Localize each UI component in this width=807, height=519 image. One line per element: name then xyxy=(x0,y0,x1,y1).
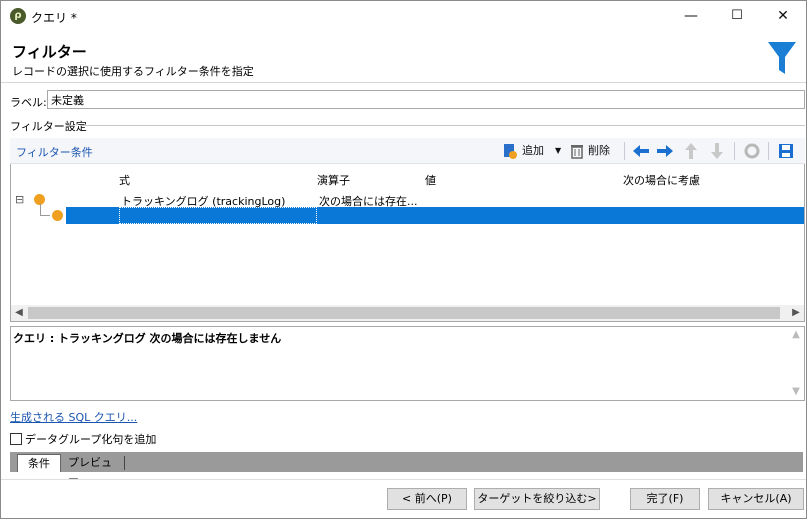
narrow-target-button[interactable]: ターゲットを絞り込む> xyxy=(474,488,600,510)
scrollbar-thumb[interactable] xyxy=(28,307,780,319)
arrow-left-icon[interactable] xyxy=(632,142,650,160)
label-caption: ラベル: xyxy=(10,96,47,109)
delete-button[interactable]: 削除 xyxy=(588,142,610,160)
scroll-down-icon[interactable]: ▼ xyxy=(788,384,804,400)
scroll-left-icon[interactable]: ◀ xyxy=(11,305,27,321)
group-by-label: データグループ化句を追加 xyxy=(25,433,157,446)
header-divider xyxy=(1,82,806,83)
add-dropdown-chevron-icon[interactable]: ▼ xyxy=(555,142,561,160)
column-header-value[interactable]: 値 xyxy=(425,172,436,188)
horizontal-scrollbar[interactable]: ◀ ▶ xyxy=(11,305,804,321)
selected-table-row[interactable] xyxy=(66,207,804,224)
scroll-right-icon[interactable]: ▶ xyxy=(788,305,804,321)
arrow-down-icon[interactable] xyxy=(708,142,726,160)
page-subtitle: レコードの選択に使用するフィルター条件を指定 xyxy=(12,65,254,78)
prev-button[interactable]: < 前へ(P) xyxy=(387,488,467,510)
toolbar-separator xyxy=(768,142,769,160)
refresh-icon[interactable] xyxy=(743,142,761,160)
footer-divider xyxy=(1,479,806,480)
tab-separator xyxy=(124,456,125,470)
condition-dot-icon xyxy=(52,210,63,221)
minimize-button[interactable]: — xyxy=(668,1,714,31)
add-group-by-option[interactable]: データグループ化句を追加 xyxy=(10,431,156,447)
vertical-scrollbar[interactable]: ▲ ▼ xyxy=(788,327,804,400)
add-button[interactable]: 追加 xyxy=(522,142,544,160)
app-icon: ρ xyxy=(10,8,26,24)
filter-funnel-icon xyxy=(768,42,796,74)
tab-strip: 条件 プレビュー xyxy=(10,452,803,486)
query-window: ρ クエリ * — ☐ ✕ フィルター レコードの選択に使用するフィルター条件を… xyxy=(0,0,807,519)
scroll-up-icon[interactable]: ▲ xyxy=(788,327,804,343)
focused-cell[interactable] xyxy=(119,207,317,224)
finish-button[interactable]: 完了(F) xyxy=(630,488,700,510)
label-input[interactable] xyxy=(47,90,805,109)
tree-collapse-icon[interactable]: ⊟ xyxy=(15,193,24,206)
toolbar-separator xyxy=(734,142,735,160)
arrow-right-icon[interactable] xyxy=(656,142,674,160)
close-button[interactable]: ✕ xyxy=(760,1,806,31)
title-bar: ρ クエリ * — ☐ ✕ xyxy=(1,1,806,31)
header: フィルター レコードの選択に使用するフィルター条件を指定 xyxy=(1,32,806,82)
window-title: クエリ * xyxy=(31,11,77,25)
column-header-operator[interactable]: 演算子 xyxy=(317,172,350,188)
query-description-text: クエリ : トラッキングログ 次の場合には存在しません xyxy=(13,332,282,345)
add-condition-icon[interactable] xyxy=(501,142,519,160)
column-header-consider[interactable]: 次の場合に考慮 xyxy=(623,172,700,188)
column-header-expression[interactable]: 式 xyxy=(119,172,130,188)
query-description: クエリ : トラッキングログ 次の場合には存在しません ▲ ▼ xyxy=(10,326,805,401)
maximize-button[interactable]: ☐ xyxy=(714,1,760,31)
filter-toolbar: フィルター条件 追加 ▼ 削除 xyxy=(10,138,805,164)
tab-conditions[interactable]: 条件 xyxy=(17,454,61,472)
generated-sql-link[interactable]: 生成される SQL クエリ... xyxy=(10,409,137,425)
tab-preview[interactable]: プレビュー xyxy=(62,454,124,486)
filter-grid: 式 演算子 値 次の場合に考慮 ⊟ トラッキングログ (trackingLog)… xyxy=(10,164,805,322)
section-divider xyxy=(81,125,805,126)
save-icon[interactable] xyxy=(777,142,795,160)
filter-conditions-label: フィルター条件 xyxy=(16,146,93,159)
toolbar-separator xyxy=(624,142,625,160)
page-title: フィルター xyxy=(12,43,87,61)
cancel-button[interactable]: キャンセル(A) xyxy=(708,488,804,510)
group-by-checkbox[interactable] xyxy=(10,433,22,445)
trash-icon[interactable] xyxy=(568,142,586,160)
filter-settings-title: フィルター設定 xyxy=(10,120,87,133)
arrow-up-icon[interactable] xyxy=(682,142,700,160)
tree-line xyxy=(40,215,50,216)
